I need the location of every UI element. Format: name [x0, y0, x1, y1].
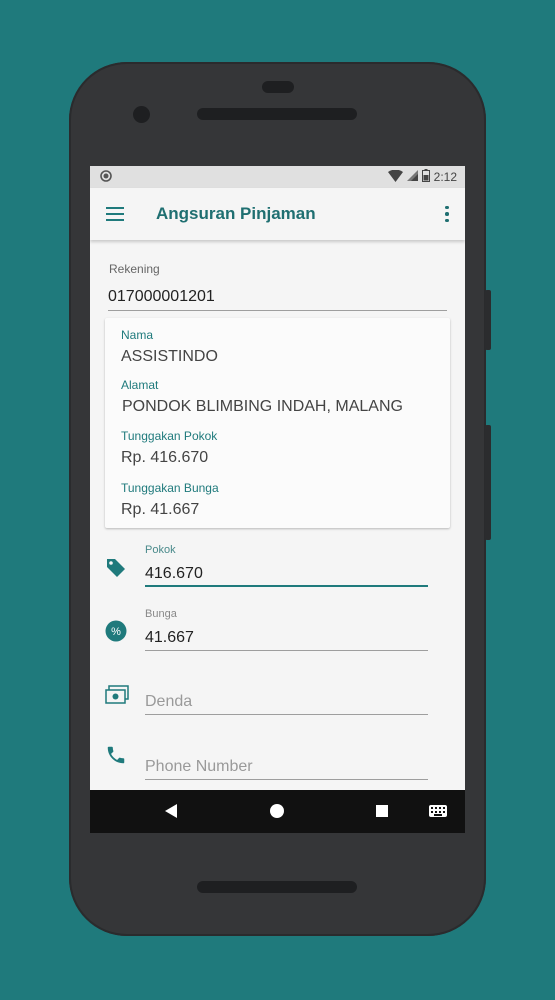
- front-camera: [133, 106, 150, 123]
- speaker-grille-bottom: [197, 881, 357, 893]
- menu-icon[interactable]: [106, 207, 124, 221]
- nama-value: ASSISTINDO: [121, 348, 218, 365]
- percent-badge-icon: %: [105, 620, 127, 642]
- back-icon[interactable]: [165, 804, 177, 818]
- wifi-icon: [387, 169, 403, 185]
- status-time: 2:12: [433, 170, 457, 184]
- power-button: [485, 290, 491, 350]
- phone-number-input[interactable]: Phone Number: [145, 758, 253, 776]
- rekening-input[interactable]: 017000001201: [108, 288, 215, 306]
- nama-label: Nama: [121, 328, 154, 342]
- status-bar: 2:12: [90, 166, 465, 188]
- pokok-input[interactable]: 416.670: [145, 565, 203, 583]
- recents-icon[interactable]: [376, 805, 388, 817]
- tunggakan-bunga-label: Tunggakan Bunga: [121, 481, 219, 495]
- tunggakan-pokok-label: Tunggakan Pokok: [121, 429, 218, 443]
- denda-underline: [145, 714, 428, 715]
- battery-icon: [421, 169, 430, 185]
- phone-icon: [105, 744, 127, 766]
- phone-underline: [145, 779, 428, 780]
- notification-icon: [100, 169, 112, 185]
- page-title: Angsuran Pinjaman: [156, 204, 316, 223]
- alamat-value: PONDOK BLIMBING INDAH, MALANG: [122, 398, 403, 415]
- earpiece: [262, 81, 294, 93]
- system-nav-bar: [90, 790, 465, 833]
- rekening-underline: [108, 310, 447, 311]
- speaker-grille-top: [197, 108, 357, 120]
- home-icon[interactable]: [270, 804, 284, 818]
- denda-input[interactable]: Denda: [145, 693, 192, 711]
- account-info-card: Nama ASSISTINDO Alamat PONDOK BLIMBING I…: [105, 318, 450, 528]
- signal-icon: [406, 170, 418, 184]
- overflow-menu-icon[interactable]: [439, 205, 455, 223]
- bunga-underline: [145, 650, 428, 651]
- pokok-label: Pokok: [145, 544, 176, 556]
- svg-text:%: %: [111, 626, 121, 638]
- keyboard-icon[interactable]: [429, 805, 447, 817]
- screen: 2:12 Angsuran Pinjaman Rekening 01700000…: [90, 166, 465, 833]
- tunggakan-bunga-value: Rp. 41.667: [121, 501, 200, 518]
- alamat-label: Alamat: [121, 378, 159, 392]
- bunga-input[interactable]: 41.667: [145, 629, 194, 647]
- volume-button: [485, 425, 491, 540]
- app-bar: Angsuran Pinjaman: [90, 188, 465, 240]
- tag-icon: [105, 556, 127, 578]
- pokok-underline: [145, 585, 428, 587]
- money-icon: [105, 684, 129, 706]
- form-content: Rekening 017000001201 Nama ASSISTINDO Al…: [90, 240, 465, 790]
- rekening-label: Rekening: [109, 262, 160, 276]
- tunggakan-pokok-value: Rp. 416.670: [121, 449, 209, 466]
- bunga-label: Bunga: [145, 608, 177, 620]
